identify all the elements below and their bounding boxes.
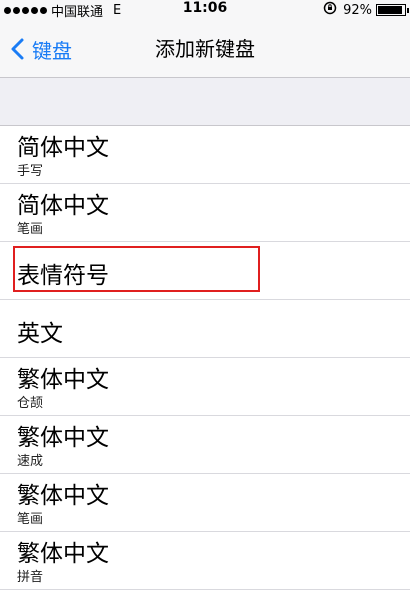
keyboard-subtitle: 笔画 bbox=[17, 222, 44, 237]
keyboard-title: 繁体中文 bbox=[17, 367, 109, 393]
keyboard-subtitle: 仓颉 bbox=[17, 396, 44, 411]
keyboard-title: 繁体中文 bbox=[17, 483, 109, 509]
battery-percent: 92% bbox=[343, 2, 372, 18]
keyboard-title: 繁体中文 bbox=[17, 541, 109, 567]
battery-level-fill bbox=[378, 6, 402, 14]
keyboard-list-item[interactable]: 繁体中文 笔画 bbox=[0, 474, 410, 532]
status-bar: 中国联通 E 11:06 92% bbox=[0, 0, 410, 20]
navigation-bar: 键盘 添加新键盘 bbox=[0, 20, 410, 78]
keyboard-list-item[interactable]: 简体中文 笔画 bbox=[0, 184, 410, 242]
rotation-lock-icon bbox=[323, 1, 337, 19]
keyboard-title: 英文 bbox=[17, 321, 63, 347]
keyboard-list-item[interactable]: 表情符号 bbox=[0, 242, 410, 300]
keyboard-list: 简体中文 手写 简体中文 笔画 表情符号 英文 繁体中文 仓颉 繁体中文 速成 繁体中文 笔画 繁体中文… bbox=[0, 126, 410, 590]
page-title: 添加新键盘 bbox=[155, 37, 255, 61]
keyboard-list-item[interactable]: 繁体中文 拼音 bbox=[0, 532, 410, 590]
keyboard-title: 简体中文 bbox=[17, 135, 109, 161]
section-spacer bbox=[0, 78, 410, 126]
status-bar-right: 92% bbox=[323, 1, 409, 19]
keyboard-title: 简体中文 bbox=[17, 193, 109, 219]
keyboard-list-item[interactable]: 简体中文 手写 bbox=[0, 126, 410, 184]
keyboard-list-item[interactable]: 英文 bbox=[0, 300, 410, 358]
keyboard-list-item[interactable]: 繁体中文 仓颉 bbox=[0, 358, 410, 416]
keyboard-list-item[interactable]: 繁体中文 速成 bbox=[0, 416, 410, 474]
keyboard-title: 表情符号 bbox=[17, 263, 109, 289]
battery-icon bbox=[376, 4, 409, 16]
keyboard-subtitle: 笔画 bbox=[17, 512, 44, 527]
keyboard-title: 繁体中文 bbox=[17, 425, 109, 451]
keyboard-subtitle: 速成 bbox=[17, 454, 44, 469]
keyboard-subtitle: 手写 bbox=[17, 164, 44, 179]
